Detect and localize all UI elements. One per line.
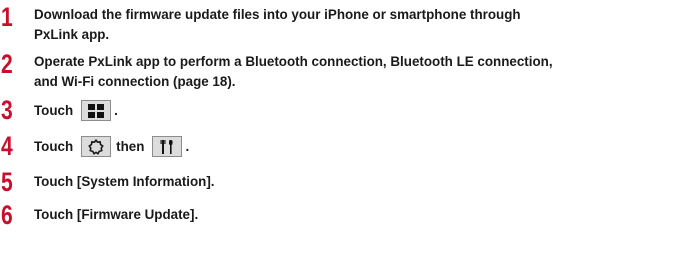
step-number: 1 [1, 2, 13, 32]
step-text-line-1: Operate PxLink app to perform a Bluetoot… [34, 54, 553, 69]
step-text-line-2: PxLink app. [34, 27, 110, 42]
step-number: 6 [1, 200, 13, 230]
tools-icon [160, 139, 173, 154]
step-text-middle: then [116, 138, 145, 154]
settings-button[interactable] [81, 136, 112, 157]
step-text-prefix: Touch [34, 138, 74, 154]
step-text-suffix: . [185, 138, 190, 154]
tools-button[interactable] [152, 136, 183, 157]
instruction-steps: 1 Download the firmware update files int… [0, 0, 684, 255]
menu-grid-icon [88, 103, 105, 118]
settings-gear-icon [88, 138, 104, 155]
step-number: 5 [1, 167, 13, 197]
step-number: 3 [1, 95, 13, 125]
step-text-line-2: and Wi-Fi connection (page 18). [34, 74, 236, 89]
step-text-line-1: Touch [Firmware Update]. [34, 207, 199, 222]
step-number: 4 [1, 131, 13, 161]
step-text-line-1: Download the firmware update files into … [34, 7, 521, 22]
step-text-line-1: Touch [System Information]. [34, 174, 215, 189]
step-text-suffix: . [114, 102, 118, 118]
step-text: Touch then . [34, 136, 189, 157]
step-number: 2 [1, 49, 13, 79]
step-text-prefix: Touch [34, 102, 74, 118]
menu-grid-button[interactable] [81, 100, 112, 121]
step-text: Touch . [34, 100, 118, 121]
